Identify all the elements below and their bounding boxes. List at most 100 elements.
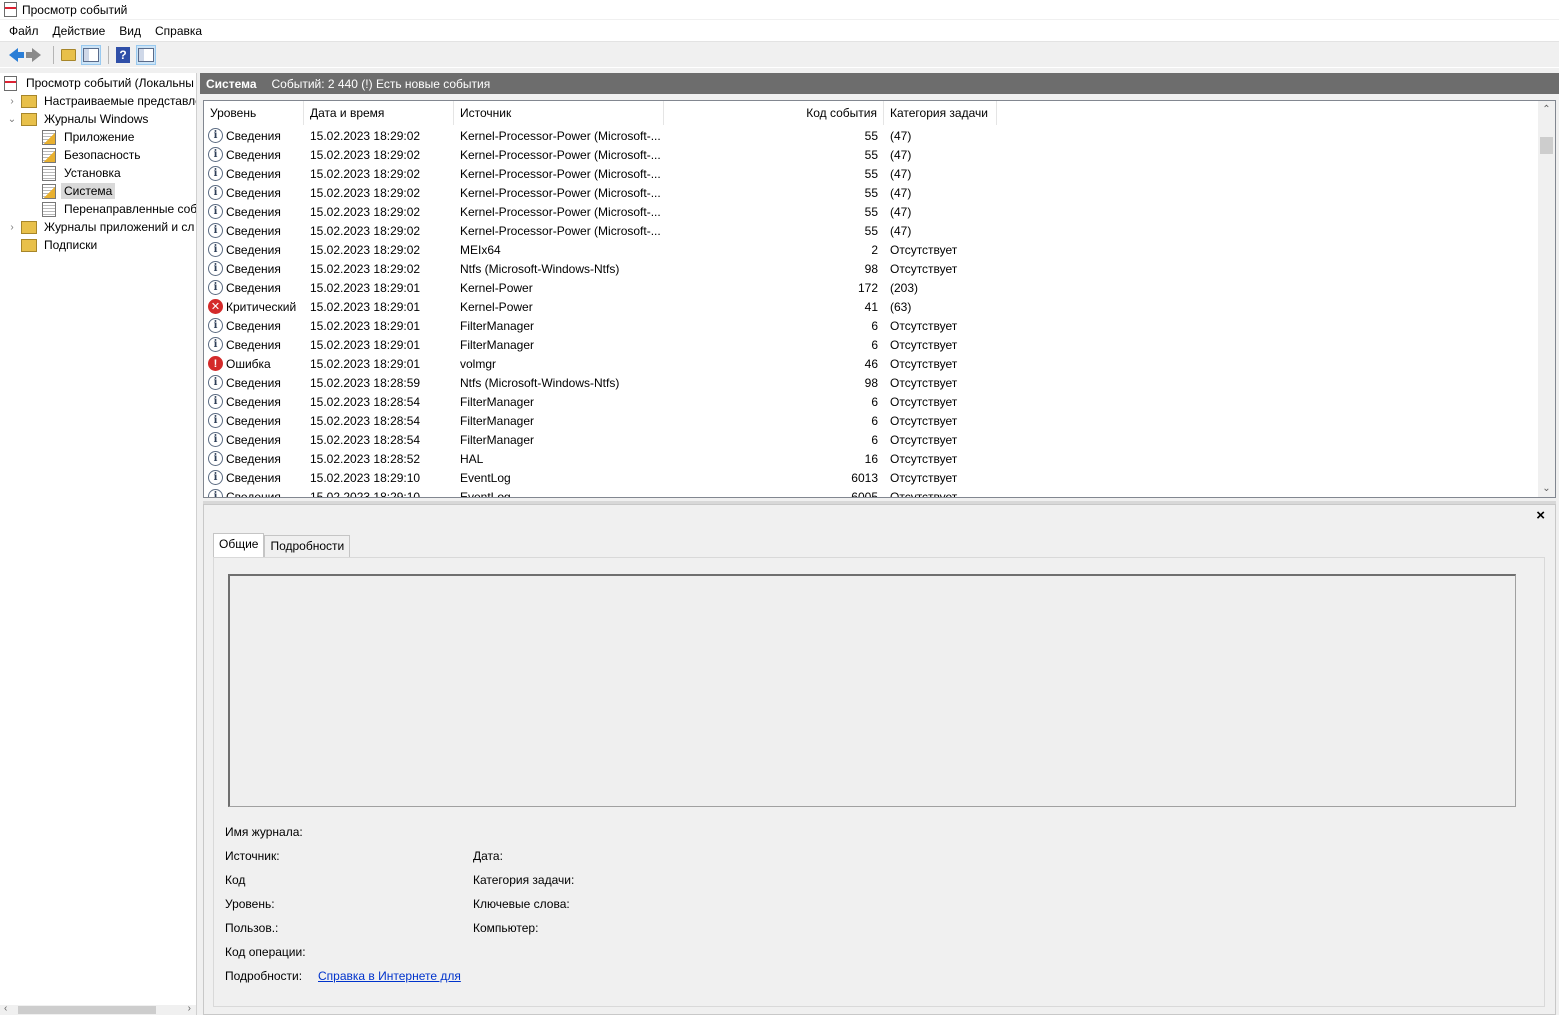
table-row[interactable]: i Сведения 15.02.2023 18:29:10 EventLog 6005… bbox=[204, 487, 1539, 498]
scrollbar-thumb[interactable] bbox=[18, 1006, 156, 1014]
folder-icon bbox=[21, 220, 37, 234]
tree-item-application[interactable]: Приложение bbox=[42, 128, 137, 146]
datetime-cell: 15.02.2023 18:29:10 bbox=[310, 470, 421, 485]
table-row[interactable]: i Сведения 15.02.2023 18:29:02 Ntfs (Micros… bbox=[204, 259, 1539, 278]
task-category-cell: Отсутствует bbox=[890, 432, 958, 447]
event-id-cell: 98 bbox=[864, 375, 878, 390]
menu-view[interactable]: Вид bbox=[112, 21, 148, 41]
info-icon: i bbox=[208, 318, 223, 333]
scrollbar-thumb[interactable] bbox=[1540, 137, 1553, 154]
info-icon: i bbox=[208, 375, 223, 390]
datetime-cell: 15.02.2023 18:29:02 bbox=[310, 242, 421, 257]
table-row[interactable]: ✕ Критический 15.02.2023 18:29:01 Kernel-Po… bbox=[204, 297, 1539, 316]
datetime-cell: 15.02.2023 18:29:01 bbox=[310, 318, 421, 333]
tab-details[interactable]: Подробности bbox=[264, 535, 351, 557]
task-category-cell: Отсутствует bbox=[890, 489, 958, 498]
tree-horizontal-scrollbar[interactable]: ‹ › bbox=[0, 1003, 196, 1015]
column-header-level[interactable]: Уровень bbox=[204, 101, 304, 125]
log-header: Система Событий: 2 440 (!) Есть новые со… bbox=[200, 73, 1559, 94]
tab-general[interactable]: Общие bbox=[213, 533, 265, 557]
source-cell: FilterManager bbox=[460, 432, 535, 447]
tree-item-system[interactable]: Система bbox=[42, 182, 116, 200]
table-row[interactable]: i Сведения 15.02.2023 18:29:02 Kernel-Proce… bbox=[204, 183, 1539, 202]
tree-item-security[interactable]: Безопасность bbox=[42, 146, 144, 164]
column-header-source[interactable]: Источник bbox=[454, 101, 664, 125]
task-category-cell: (47) bbox=[890, 223, 912, 238]
source-cell: Kernel-Processor-Power (Microsoft-... bbox=[460, 166, 661, 181]
scroll-left-icon[interactable]: ‹ bbox=[4, 1003, 7, 1014]
table-row[interactable]: i Сведения 15.02.2023 18:29:02 Kernel-Proce… bbox=[204, 145, 1539, 164]
open-folder-button[interactable] bbox=[58, 45, 78, 65]
level-cell: i Сведения bbox=[204, 375, 304, 390]
datetime-cell: 15.02.2023 18:29:02 bbox=[310, 204, 421, 219]
subscriptions-icon bbox=[21, 238, 37, 252]
menu-action[interactable]: Действие bbox=[46, 21, 113, 41]
table-row[interactable]: i Сведения 15.02.2023 18:28:52 HAL 16 Отсутст… bbox=[204, 449, 1539, 468]
date-label: Дата: bbox=[473, 849, 503, 863]
level-text: Сведения bbox=[226, 470, 281, 485]
column-header-event-id[interactable]: Код события bbox=[664, 101, 884, 125]
column-header-task-category[interactable]: Категория задачи bbox=[884, 101, 997, 125]
event-list-scrollbar[interactable]: ⌃ ⌄ bbox=[1538, 101, 1555, 497]
tree-item-setup[interactable]: Установка bbox=[42, 164, 124, 182]
scroll-right-icon[interactable]: › bbox=[188, 1003, 191, 1014]
level-text: Сведения bbox=[226, 147, 281, 162]
table-row[interactable]: i Сведения 15.02.2023 18:29:02 Kernel-Proce… bbox=[204, 221, 1539, 240]
task-category-cell: Отсутствует bbox=[890, 261, 958, 276]
tree-root[interactable]: Просмотр событий (Локальны bbox=[4, 74, 196, 92]
table-row[interactable]: i Сведения 15.02.2023 18:28:54 FilterManage… bbox=[204, 392, 1539, 411]
window-title: Просмотр событий bbox=[22, 2, 128, 17]
level-text: Сведения bbox=[226, 128, 281, 143]
show-hide-actions-button[interactable] bbox=[136, 45, 156, 65]
log-icon bbox=[42, 147, 56, 163]
close-icon[interactable]: × bbox=[1536, 507, 1545, 524]
event-details-panel: × Общие Подробности Имя журнала: Источни… bbox=[203, 504, 1556, 1015]
scroll-down-icon[interactable]: ⌄ bbox=[1538, 480, 1555, 497]
source-cell: Kernel-Processor-Power (Microsoft-... bbox=[460, 128, 661, 143]
menu-help[interactable]: Справка bbox=[148, 21, 209, 41]
tree-item-app-services-logs[interactable]: › Журналы приложений и сл bbox=[6, 218, 196, 236]
chevron-right-icon[interactable]: › bbox=[6, 221, 18, 233]
tree-item-forwarded-events[interactable]: Перенаправленные соб bbox=[42, 200, 196, 218]
tree-root-label: Просмотр событий (Локальны bbox=[26, 76, 194, 90]
task-category-cell: (47) bbox=[890, 204, 912, 219]
table-row[interactable]: ! Ошибка 15.02.2023 18:29:01 volmgr 46 Отсутс… bbox=[204, 354, 1539, 373]
task-category-cell: Отсутствует bbox=[890, 413, 958, 428]
table-row[interactable]: i Сведения 15.02.2023 18:29:01 FilterManage… bbox=[204, 335, 1539, 354]
column-header-datetime[interactable]: Дата и время bbox=[304, 101, 454, 125]
table-row[interactable]: i Сведения 15.02.2023 18:29:01 FilterManage… bbox=[204, 316, 1539, 335]
critical-icon: ✕ bbox=[208, 299, 223, 314]
user-label: Пользов.: bbox=[225, 921, 279, 935]
table-row[interactable]: i Сведения 15.02.2023 18:29:02 Kernel-Proce… bbox=[204, 164, 1539, 183]
event-description-box[interactable] bbox=[228, 574, 1516, 807]
table-row[interactable]: i Сведения 15.02.2023 18:28:54 FilterManage… bbox=[204, 430, 1539, 449]
level-text: Ошибка bbox=[226, 356, 271, 371]
table-row[interactable]: i Сведения 15.02.2023 18:28:54 FilterManage… bbox=[204, 411, 1539, 430]
tree-item-subscriptions[interactable]: Подписки bbox=[21, 236, 100, 254]
help-button[interactable]: ? bbox=[113, 45, 133, 65]
menu-file[interactable]: Файл bbox=[2, 21, 46, 41]
tree-item-custom-views[interactable]: › Настраиваемые представле bbox=[6, 92, 196, 110]
level-text: Сведения bbox=[226, 432, 281, 447]
table-row[interactable]: i Сведения 15.02.2023 18:29:02 Kernel-Proce… bbox=[204, 202, 1539, 221]
chevron-right-icon[interactable]: › bbox=[6, 95, 18, 107]
chevron-down-icon[interactable]: ⌄ bbox=[6, 113, 18, 125]
table-row[interactable]: i Сведения 15.02.2023 18:29:02 Kernel-Proce… bbox=[204, 126, 1539, 145]
level-text: Сведения bbox=[226, 166, 281, 181]
tree-item-windows-logs[interactable]: ⌄ Журналы Windows bbox=[6, 110, 151, 128]
show-hide-tree-button[interactable] bbox=[81, 45, 101, 65]
level-text: Сведения bbox=[226, 375, 281, 390]
table-row[interactable]: i Сведения 15.02.2023 18:28:59 Ntfs (Micros… bbox=[204, 373, 1539, 392]
datetime-cell: 15.02.2023 18:28:54 bbox=[310, 394, 421, 409]
source-label: Источник: bbox=[225, 849, 280, 863]
online-help-link[interactable]: Справка в Интернете для bbox=[318, 969, 461, 983]
table-row[interactable]: i Сведения 15.02.2023 18:29:10 EventLog 6013… bbox=[204, 468, 1539, 487]
toolbar-separator bbox=[53, 46, 54, 64]
table-row[interactable]: i Сведения 15.02.2023 18:29:01 Kernel-Power… bbox=[204, 278, 1539, 297]
forward-button[interactable] bbox=[25, 45, 46, 65]
tree-item-label: Система bbox=[61, 183, 116, 199]
back-button[interactable] bbox=[3, 45, 24, 65]
table-row[interactable]: i Сведения 15.02.2023 18:29:02 MEIx64 2 Отсут… bbox=[204, 240, 1539, 259]
keywords-label: Ключевые слова: bbox=[473, 897, 570, 911]
scroll-up-icon[interactable]: ⌃ bbox=[1538, 101, 1555, 118]
